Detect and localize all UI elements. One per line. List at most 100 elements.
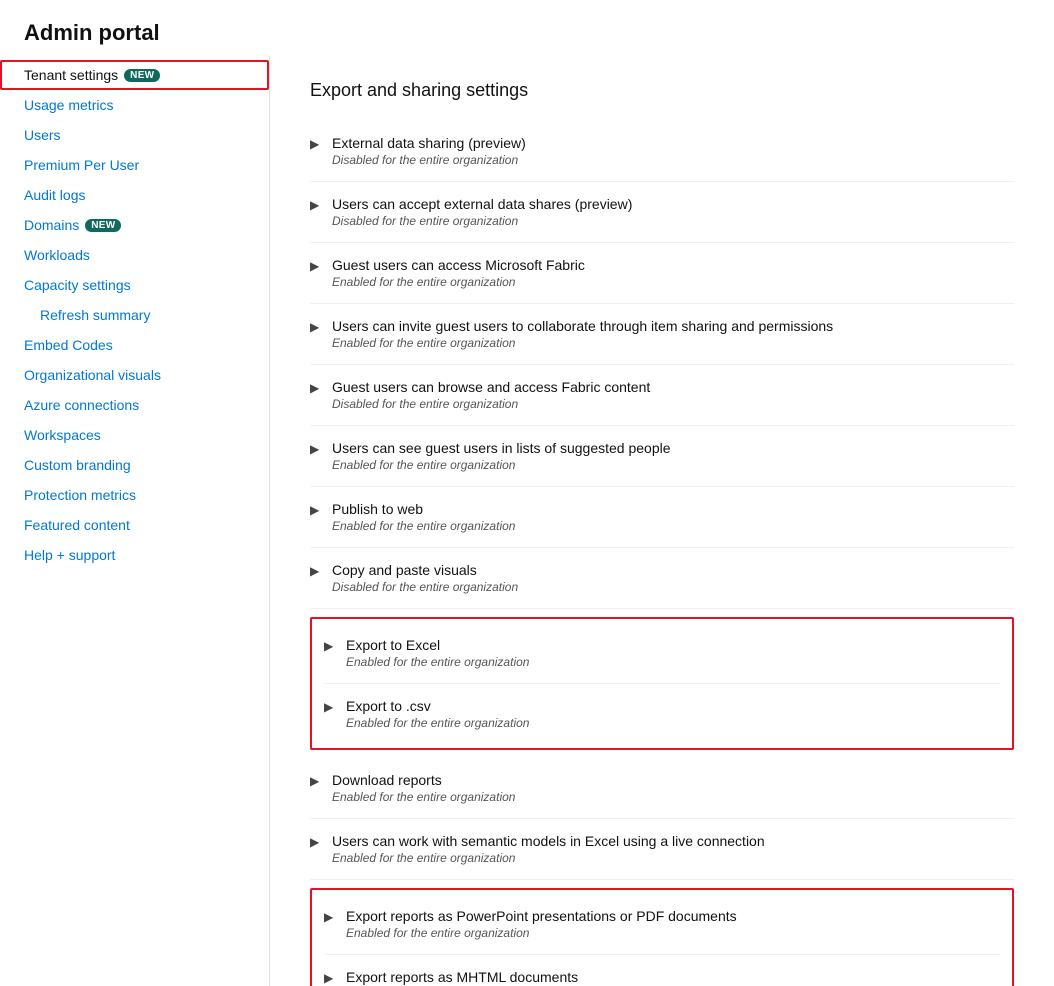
sidebar-item-featured-content[interactable]: Featured content	[0, 510, 269, 540]
sidebar-item-embed-codes[interactable]: Embed Codes	[0, 330, 269, 360]
setting-item-semantic-models-excel: ▶ Users can work with semantic models in …	[310, 819, 1014, 880]
page-title: Admin portal	[0, 0, 1054, 56]
setting-item-export-to-excel: ▶Export to ExcelEnabled for the entire o…	[324, 623, 1000, 684]
sidebar-item-label: Capacity settings	[24, 277, 131, 293]
setting-item-external-data-sharing: ▶ External data sharing (preview) Disabled…	[310, 121, 1014, 182]
sidebar-item-azure-connections[interactable]: Azure connections	[0, 390, 269, 420]
main-content: Export and sharing settings ▶External da…	[270, 56, 1054, 986]
sidebar-item-premium-per-user[interactable]: Premium Per User	[0, 150, 269, 180]
settings-list: ▶ External data sharing (preview) Disabled…	[310, 121, 1014, 986]
setting-status: Enabled for the entire organization	[332, 519, 1014, 533]
chevron-right-icon: ▶	[324, 910, 338, 924]
setting-status: Disabled for the entire organization	[332, 580, 1014, 594]
sidebar-item-users[interactable]: Users	[0, 120, 269, 150]
setting-item-users-see-guest: ▶ Users can see guest users in lists of s…	[310, 426, 1014, 487]
sidebar-item-label: Premium Per User	[24, 157, 139, 173]
setting-item-guest-access-fabric: ▶ Guest users can access Microsoft Fabric…	[310, 243, 1014, 304]
sidebar-item-organizational-visuals[interactable]: Organizational visuals	[0, 360, 269, 390]
setting-header[interactable]: ▶ External data sharing (preview)	[310, 135, 1014, 151]
chevron-right-icon: ▶	[310, 320, 324, 334]
setting-item-export-mhtml: ▶Export reports as MHTML documentsEnable…	[324, 955, 1000, 986]
sidebar-item-label: Embed Codes	[24, 337, 113, 353]
sidebar: Tenant settingsNew Usage metrics Users Prem…	[0, 56, 270, 986]
setting-name: Export to Excel	[346, 637, 440, 653]
setting-header[interactable]: ▶ Export reports as PowerPoint presentati…	[324, 908, 1000, 924]
setting-name: Publish to web	[332, 501, 423, 517]
setting-item-export-to-csv: ▶Export to .csv Enabled for the entire or…	[324, 684, 1000, 744]
sidebar-item-refresh-summary[interactable]: Refresh summary	[0, 300, 269, 330]
sidebar-item-label: Organizational visuals	[24, 367, 161, 383]
setting-status: Enabled for the entire organization	[346, 716, 1000, 730]
setting-name: Download reports	[332, 772, 442, 788]
setting-name: Users can invite guest users to collabor…	[332, 318, 833, 334]
group-box-group2: ▶ Export reports as PowerPoint presentati…	[310, 888, 1014, 986]
chevron-right-icon: ▶	[310, 259, 324, 273]
setting-status: Enabled for the entire organization	[332, 790, 1014, 804]
setting-status: Enabled for the entire organization	[332, 275, 1014, 289]
setting-status: Disabled for the entire organization	[332, 153, 1014, 167]
setting-header[interactable]: ▶ Export to Excel	[324, 637, 1000, 653]
setting-name: Guest users can access Microsoft Fabric	[332, 257, 585, 273]
setting-header[interactable]: ▶ Users can invite guest users to collabo…	[310, 318, 1014, 334]
sidebar-item-label: Usage metrics	[24, 97, 113, 113]
setting-item-users-accept-external: ▶Users can accept external data shares (…	[310, 182, 1014, 243]
setting-status: Enabled for the entire organization	[332, 458, 1014, 472]
setting-status: Disabled for the entire organization	[332, 397, 1014, 411]
chevron-right-icon: ▶	[324, 639, 338, 653]
sidebar-item-label: Users	[24, 127, 61, 143]
new-badge: New	[124, 69, 160, 82]
setting-item-users-invite-guest: ▶ Users can invite guest users to collabo…	[310, 304, 1014, 365]
setting-header[interactable]: ▶ Guest users can access Microsoft Fabric	[310, 257, 1014, 273]
sidebar-item-tenant-settings[interactable]: Tenant settingsNew	[0, 60, 269, 90]
setting-header[interactable]: ▶Export to .csv	[324, 698, 1000, 714]
setting-header[interactable]: ▶Guest users can browse and access Fabri…	[310, 379, 1014, 395]
app-container: Admin portal Tenant settingsNew Usage met…	[0, 0, 1054, 986]
setting-header[interactable]: ▶ Users can work with semantic models in …	[310, 833, 1014, 849]
setting-item-export-powerpoint-pdf: ▶ Export reports as PowerPoint presentati…	[324, 894, 1000, 955]
sidebar-item-audit-logs[interactable]: Audit logs	[0, 180, 269, 210]
setting-header[interactable]: ▶ Users can see guest users in lists of s…	[310, 440, 1014, 456]
sidebar-item-protection-metrics[interactable]: Protection metrics	[0, 480, 269, 510]
setting-header[interactable]: ▶Copy and paste visuals	[310, 562, 1014, 578]
setting-name: Guest users can browse and access Fabric…	[332, 379, 650, 395]
sidebar-item-usage-metrics[interactable]: Usage metrics	[0, 90, 269, 120]
sidebar-item-domains[interactable]: DomainsNew	[0, 210, 269, 240]
group-box-group1: ▶ Export to Excel Enabled for the entire o…	[310, 617, 1014, 750]
sidebar-item-label: Refresh summary	[40, 307, 150, 323]
setting-name: Users can see guest users in lists of su…	[332, 440, 671, 456]
sidebar-item-workspaces[interactable]: Workspaces	[0, 420, 269, 450]
chevron-right-icon: ▶	[324, 971, 338, 985]
chevron-right-icon: ▶	[310, 137, 324, 151]
setting-status: Enabled for the entire organization	[332, 851, 1014, 865]
chevron-right-icon: ▶	[310, 835, 324, 849]
sidebar-item-custom-branding[interactable]: Custom branding	[0, 450, 269, 480]
setting-header[interactable]: ▶ Download reports	[310, 772, 1014, 788]
sidebar-item-label: Custom branding	[24, 457, 131, 473]
setting-item-publish-to-web: ▶ Publish to web Enabled for the entire or…	[310, 487, 1014, 548]
sidebar-item-label: Protection metrics	[24, 487, 136, 503]
chevron-right-icon: ▶	[310, 442, 324, 456]
setting-item-guest-browse-fabric: ▶Guest users can browse and access Fabri…	[310, 365, 1014, 426]
sidebar-item-label: Workspaces	[24, 427, 101, 443]
sidebar-item-label: Help + support	[24, 547, 115, 563]
setting-name: External data sharing (preview)	[332, 135, 526, 151]
setting-name: Export reports as MHTML documents	[346, 969, 578, 985]
sidebar-item-label: Featured content	[24, 517, 130, 533]
chevron-right-icon: ▶	[310, 503, 324, 517]
chevron-right-icon: ▶	[310, 564, 324, 578]
setting-status: Enabled for the entire organization	[332, 336, 1014, 350]
sidebar-item-help-support[interactable]: Help + support	[0, 540, 269, 570]
setting-header[interactable]: ▶Users can accept external data shares (…	[310, 196, 1014, 212]
chevron-right-icon: ▶	[310, 198, 324, 212]
setting-status: Disabled for the entire organization	[332, 214, 1014, 228]
setting-name: Export reports as PowerPoint presentatio…	[346, 908, 737, 924]
setting-item-copy-paste-visuals: ▶Copy and paste visuals Disabled for the …	[310, 548, 1014, 609]
setting-header[interactable]: ▶ Publish to web	[310, 501, 1014, 517]
setting-name: Users can work with semantic models in E…	[332, 833, 765, 849]
sidebar-item-label: Domains	[24, 217, 79, 233]
sidebar-item-capacity-settings[interactable]: Capacity settings	[0, 270, 269, 300]
chevron-right-icon: ▶	[324, 700, 338, 714]
chevron-right-icon: ▶	[310, 774, 324, 788]
setting-header[interactable]: ▶ Export reports as MHTML documents	[324, 969, 1000, 985]
sidebar-item-workloads[interactable]: Workloads	[0, 240, 269, 270]
